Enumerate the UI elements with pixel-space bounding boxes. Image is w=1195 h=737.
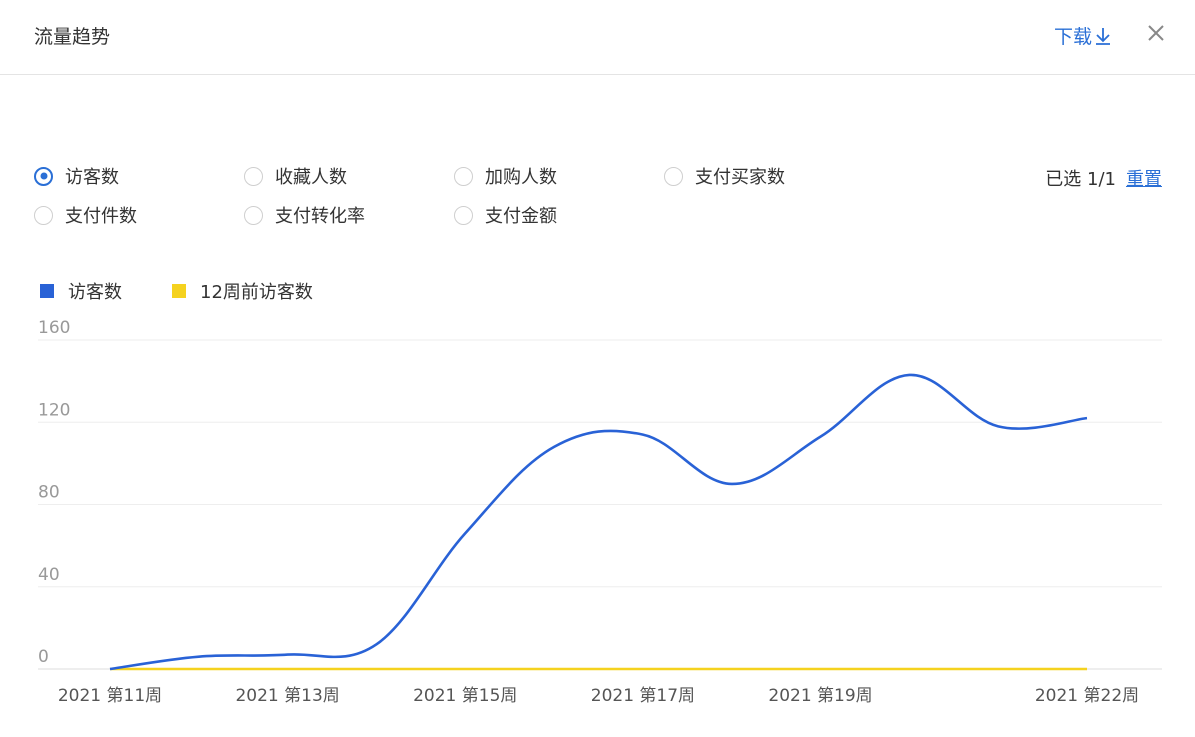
data-point[interactable]	[548, 441, 560, 453]
x-tick-label: 2021 第11周	[58, 686, 162, 706]
data-point[interactable]	[1081, 663, 1093, 675]
radio-button[interactable]	[244, 166, 263, 186]
radio-button[interactable]	[454, 166, 473, 186]
data-point[interactable]	[282, 649, 294, 661]
radio-button[interactable]	[454, 205, 473, 225]
dialog-header: 流量趋势 下载	[0, 0, 1195, 75]
reset-link[interactable]: 重置	[1126, 165, 1162, 191]
metric-label: 加购人数	[485, 167, 557, 188]
x-tick-label: 2021 第13周	[235, 686, 339, 706]
y-tick-label: 0	[38, 647, 49, 667]
metric-label: 支付件数	[65, 206, 137, 227]
legend-swatch	[172, 284, 186, 298]
data-point[interactable]	[637, 663, 649, 675]
data-point[interactable]	[992, 420, 1004, 432]
download-button[interactable]: 下载	[1054, 22, 1112, 49]
data-point[interactable]	[104, 663, 116, 675]
metric-option[interactable]: 收藏人数	[244, 163, 347, 189]
radio-button[interactable]	[664, 166, 683, 186]
metric-option[interactable]: 支付金额	[454, 202, 557, 228]
data-point[interactable]	[815, 663, 827, 675]
data-point[interactable]	[370, 638, 382, 650]
metric-option[interactable]: 访客数	[34, 163, 119, 189]
data-point[interactable]	[903, 369, 915, 381]
metric-label: 支付买家数	[695, 167, 785, 188]
metric-option[interactable]: 支付买家数	[664, 163, 785, 189]
data-point[interactable]	[637, 429, 649, 441]
y-tick-label: 160	[38, 318, 70, 338]
data-point[interactable]	[282, 663, 294, 675]
close-icon[interactable]	[1145, 22, 1167, 44]
y-tick-label: 40	[38, 565, 60, 585]
y-tick-label: 120	[38, 400, 70, 420]
x-tick-label: 2021 第15周	[413, 686, 517, 706]
y-tick-label: 80	[38, 483, 60, 503]
data-point[interactable]	[370, 663, 382, 675]
series-line-visitors	[109, 373, 1088, 671]
x-tick-label: 2021 第17周	[591, 686, 695, 706]
legend-swatch	[40, 284, 54, 298]
data-point[interactable]	[459, 663, 471, 675]
metric-option[interactable]: 支付件数	[34, 202, 137, 228]
data-point[interactable]	[1081, 412, 1093, 424]
x-tick-label: 2021 第22周	[1035, 686, 1139, 706]
radio-button[interactable]	[244, 205, 263, 225]
metric-label: 收藏人数	[275, 167, 347, 188]
x-tick-label: 2021 第19周	[768, 686, 872, 706]
download-icon	[1096, 27, 1111, 45]
data-point[interactable]	[459, 527, 471, 539]
metric-option[interactable]: 加购人数	[454, 163, 557, 189]
metric-label: 访客数	[65, 167, 119, 188]
data-point[interactable]	[726, 478, 738, 490]
data-point[interactable]	[193, 663, 205, 675]
selection-status: 已选 1/1 重置	[1045, 165, 1162, 191]
data-point[interactable]	[726, 663, 738, 675]
data-point[interactable]	[193, 651, 205, 663]
dialog-title: 流量趋势	[34, 26, 111, 48]
radio-button[interactable]	[34, 166, 53, 186]
selection-summary: 已选 1/1	[1045, 169, 1116, 190]
download-label: 下载	[1054, 26, 1093, 48]
data-point[interactable]	[815, 431, 827, 443]
data-point[interactable]	[903, 663, 915, 675]
data-point[interactable]	[548, 663, 560, 675]
metric-label: 支付金额	[485, 206, 557, 227]
radio-button[interactable]	[34, 205, 53, 225]
metric-option[interactable]: 支付转化率	[244, 202, 365, 228]
line-chart: 0 40 80 120 160 2021 第11周 2021 第13周 2021 第15周 20…	[38, 318, 1162, 706]
data-point[interactable]	[992, 663, 1004, 675]
metric-label: 支付转化率	[275, 206, 365, 227]
